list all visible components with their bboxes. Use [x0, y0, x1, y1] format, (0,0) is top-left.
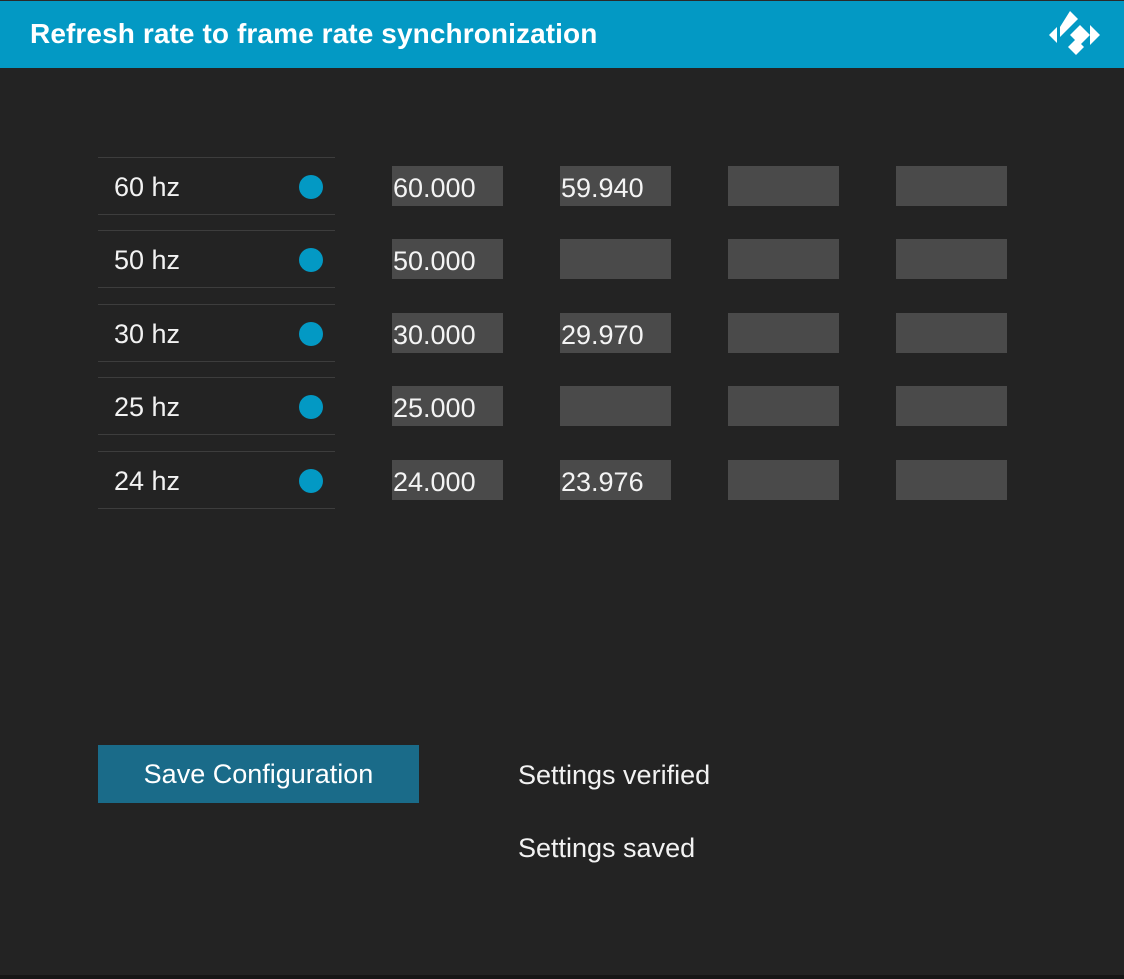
frame-rate-field-1[interactable]: 25.000	[392, 386, 503, 426]
frame-rate-field-1[interactable]: 24.000	[392, 460, 503, 500]
rate-toggle-24hz[interactable]: 24 hz	[98, 451, 335, 509]
enabled-indicator-icon	[299, 469, 323, 493]
rate-row-24hz: 24 hz 24.000 23.976	[0, 451, 1124, 509]
rate-toggle-50hz[interactable]: 50 hz	[98, 230, 335, 288]
rate-row-60hz: 60 hz 60.000 59.940	[0, 157, 1124, 215]
status-verified: Settings verified	[518, 760, 711, 790]
rate-label: 50 hz	[114, 245, 181, 275]
frame-rate-field-4[interactable]	[896, 386, 1007, 426]
enabled-indicator-icon	[299, 395, 323, 419]
rate-toggle-30hz[interactable]: 30 hz	[98, 304, 335, 362]
rate-label: 25 hz	[114, 392, 181, 422]
frame-rate-field-1[interactable]: 30.000	[392, 313, 503, 353]
rate-label: 60 hz	[114, 172, 181, 202]
frame-rate-field-4[interactable]	[896, 166, 1007, 206]
frame-rate-field-2[interactable]: 29.970	[560, 313, 671, 353]
enabled-indicator-icon	[299, 248, 323, 272]
title-bar: Refresh rate to frame rate synchronizati…	[0, 0, 1124, 68]
status-saved: Settings saved	[518, 833, 696, 863]
rate-row-30hz: 30 hz 30.000 29.970	[0, 304, 1124, 362]
rate-label: 30 hz	[114, 319, 181, 349]
frame-rate-field-3[interactable]	[728, 313, 839, 353]
frame-rate-field-2[interactable]: 59.940	[560, 166, 671, 206]
rate-toggle-60hz[interactable]: 60 hz	[98, 157, 335, 215]
page-title: Refresh rate to frame rate synchronizati…	[30, 18, 598, 49]
kodi-logo-icon	[1049, 11, 1100, 55]
save-configuration-button[interactable]: Save Configuration	[98, 745, 419, 803]
frame-rate-field-3[interactable]	[728, 386, 839, 426]
rate-row-50hz: 50 hz 50.000	[0, 230, 1124, 288]
frame-rate-field-2[interactable]	[560, 386, 671, 426]
frame-rate-field-3[interactable]	[728, 460, 839, 500]
rate-row-25hz: 25 hz 25.000	[0, 377, 1124, 435]
rate-toggle-25hz[interactable]: 25 hz	[98, 377, 335, 435]
frame-rate-field-2[interactable]	[560, 239, 671, 279]
rate-label: 24 hz	[114, 466, 181, 496]
enabled-indicator-icon	[299, 322, 323, 346]
frame-rate-field-1[interactable]: 60.000	[392, 166, 503, 206]
bottom-divider	[0, 975, 1124, 979]
frame-rate-field-4[interactable]	[896, 313, 1007, 353]
frame-rate-field-1[interactable]: 50.000	[392, 239, 503, 279]
frame-rate-field-4[interactable]	[896, 239, 1007, 279]
enabled-indicator-icon	[299, 175, 323, 199]
frame-rate-field-4[interactable]	[896, 460, 1007, 500]
frame-rate-field-3[interactable]	[728, 166, 839, 206]
frame-rate-field-2[interactable]: 23.976	[560, 460, 671, 500]
frame-rate-field-3[interactable]	[728, 239, 839, 279]
